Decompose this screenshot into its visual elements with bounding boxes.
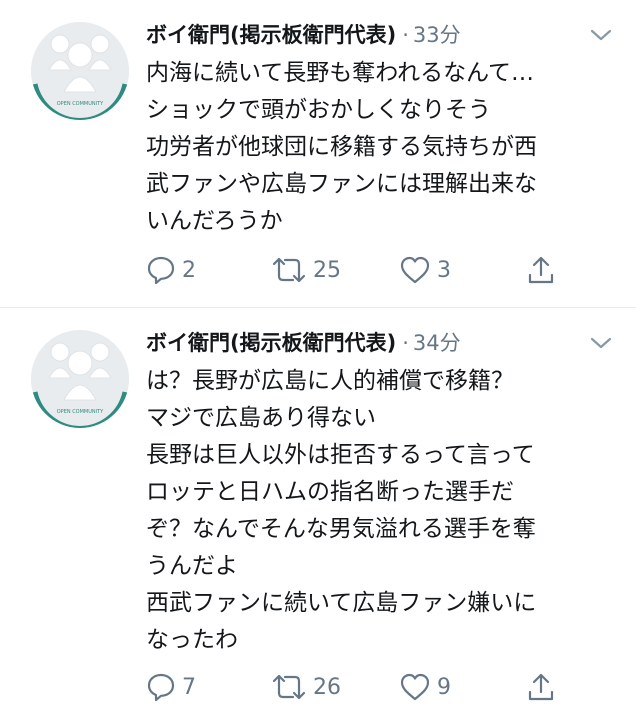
author-name[interactable]: ボイ衛門(掲示板衛門代表): [146, 331, 396, 355]
timestamp[interactable]: 34分: [413, 331, 461, 355]
separator-dot: ·: [402, 23, 409, 47]
avatar-caption: OPEN COMMUNITY: [57, 101, 104, 107]
tweet-text-line: ロッテと日ハムの指名断った選手だ: [146, 479, 514, 505]
tweet-text-line: マジで広島あり得ない: [146, 405, 376, 431]
reply-count: 2: [182, 257, 196, 283]
tweet-text: 内海に続いて長野も奪われるなんて… ショックで頭がおかしくなりそう 功労者が他球…: [146, 55, 606, 240]
speech-bubble-icon: [147, 673, 175, 702]
share-upload-icon: [528, 673, 554, 701]
author-name[interactable]: ボイ衛門(掲示板衛門代表): [146, 23, 396, 47]
like-button[interactable]: 9: [399, 669, 451, 705]
tweet-text-line: 長野は巨人以外は拒否するって言って: [146, 442, 535, 468]
tweet-text: は？長野が広島に人的補償で移籍？ マジで広島あり得ない 長野は巨人以外は拒否する…: [146, 363, 606, 659]
heart-icon: [400, 256, 430, 284]
tweet-actions: 2 25 3: [146, 252, 586, 292]
tweet-text-line: ショックで頭がおかしくなりそう: [146, 97, 491, 123]
timestamp[interactable]: 33分: [413, 23, 461, 47]
heart-icon: [400, 673, 430, 701]
tweet-text-line: は？長野が広島に人的補償で移籍？: [146, 368, 514, 394]
retweet-arrows-icon: [272, 257, 306, 283]
speech-bubble-icon: [147, 256, 175, 285]
reply-count: 7: [182, 674, 196, 700]
retweet-arrows-icon: [272, 674, 306, 700]
avatar[interactable]: OPEN COMMUNITY: [31, 330, 129, 428]
like-button[interactable]: 3: [399, 252, 451, 288]
tweet-text-line: なったわ: [146, 627, 238, 653]
like-count: 9: [437, 674, 451, 700]
avatar-image: OPEN COMMUNITY: [31, 22, 129, 120]
tweet[interactable]: OPEN COMMUNITY ボイ衛門(掲示板衛門代表) · 33分 内海に続いて長…: [0, 0, 636, 307]
tweet-header: ボイ衛門(掲示板衛門代表) · 33分: [146, 20, 461, 50]
tweet-text-line: 功労者が他球団に移籍する気持ちが西: [146, 134, 537, 160]
reply-button[interactable]: 2: [146, 252, 196, 288]
separator-dot: ·: [402, 331, 409, 355]
retweet-button[interactable]: 26: [271, 669, 341, 705]
retweet-count: 25: [313, 257, 341, 283]
retweet-count: 26: [313, 674, 341, 700]
tweet-actions: 7 26 9: [146, 669, 586, 709]
tweet-header: ボイ衛門(掲示板衛門代表) · 34分: [146, 328, 461, 358]
avatar[interactable]: OPEN COMMUNITY: [31, 22, 129, 120]
chevron-down-icon[interactable]: [590, 336, 612, 350]
tweet-text-line: ぞ？なんでそんな男気溢れる選手を奪: [146, 516, 536, 542]
chevron-down-icon[interactable]: [590, 28, 612, 42]
share-button[interactable]: [527, 252, 555, 288]
avatar-image: OPEN COMMUNITY: [31, 330, 129, 428]
tweet-text-line: 西武ファンに続いて広島ファン嫌いに: [146, 590, 537, 616]
share-upload-icon: [528, 256, 554, 284]
tweet-text-line: 武ファンや広島ファンには理解出来な: [146, 171, 537, 197]
tweet[interactable]: OPEN COMMUNITY ボイ衛門(掲示板衛門代表) · 34分 は？長野が広島…: [0, 308, 636, 709]
tweet-text-line: 内海に続いて長野も奪われるなんて…: [146, 60, 535, 86]
avatar-caption: OPEN COMMUNITY: [57, 409, 104, 415]
tweet-text-line: いんだろうか: [146, 208, 283, 234]
share-button[interactable]: [527, 669, 555, 705]
like-count: 3: [437, 257, 451, 283]
tweet-text-line: うんだよ: [146, 553, 238, 579]
reply-button[interactable]: 7: [146, 669, 196, 705]
retweet-button[interactable]: 25: [271, 252, 341, 288]
